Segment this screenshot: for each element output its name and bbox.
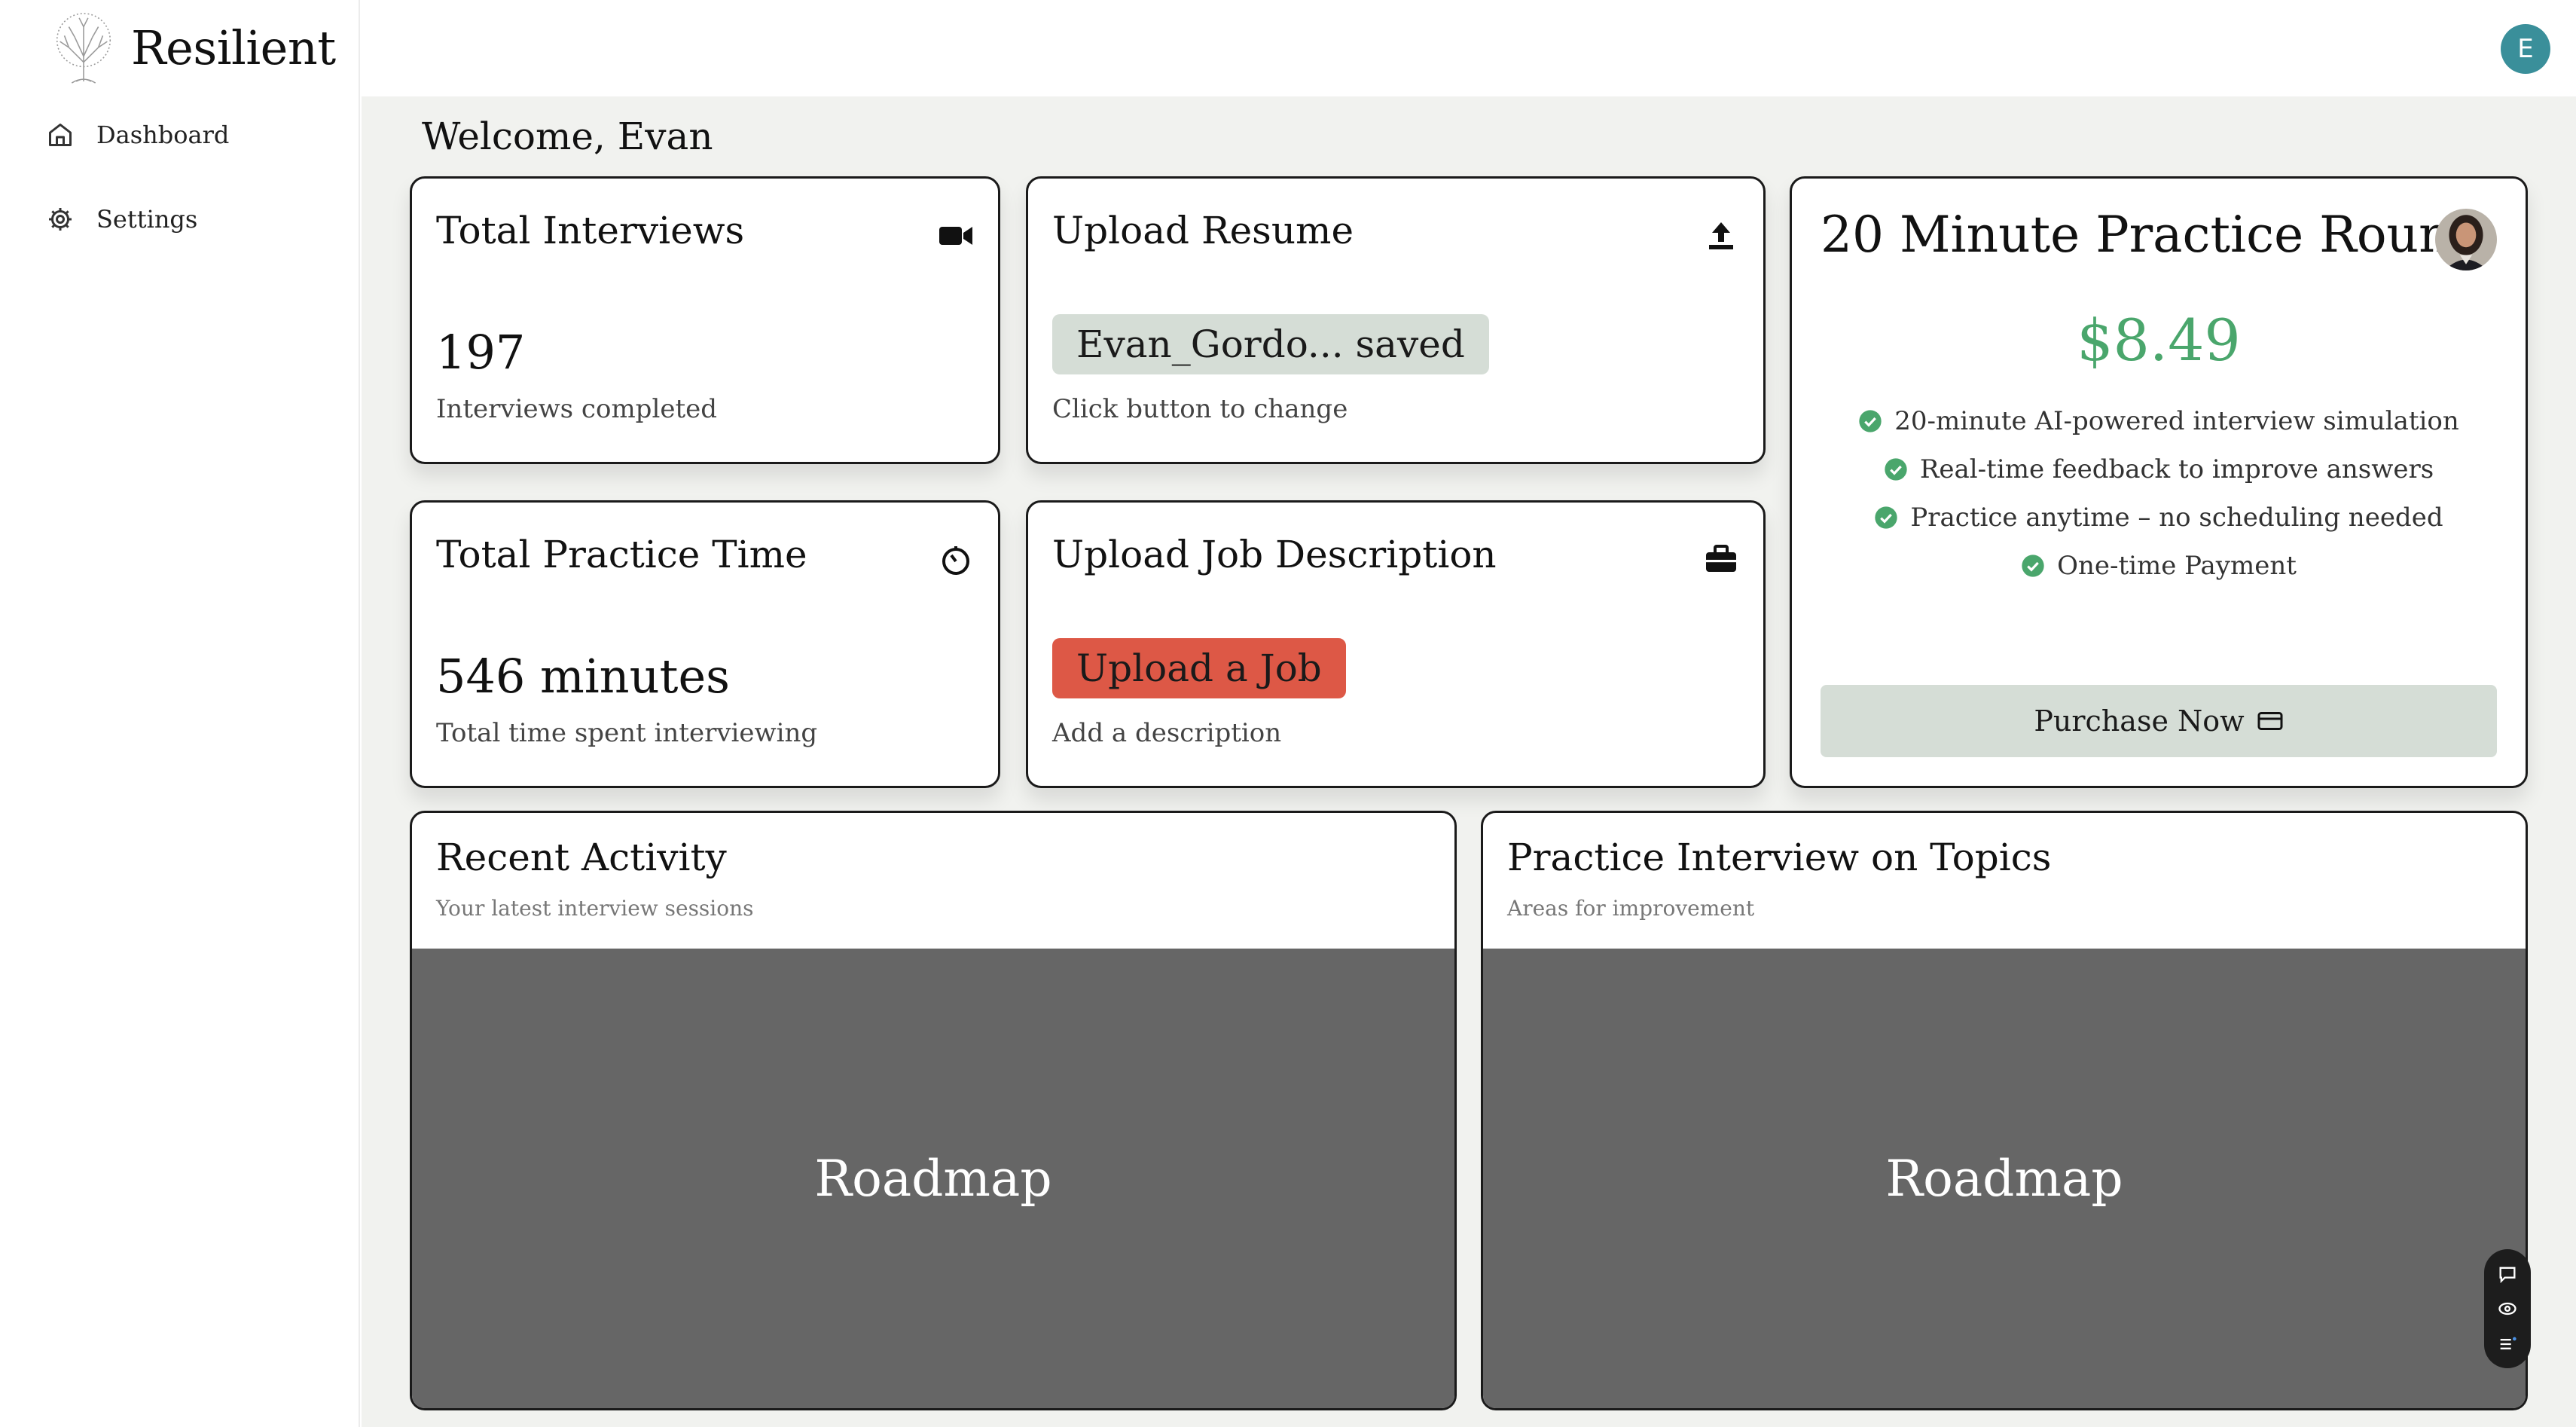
roadmap-label: Roadmap [1885,1149,2123,1208]
purchase-now-button[interactable]: Purchase Now [1821,685,2497,757]
timer-icon [942,546,969,575]
price-value: $8.49 [2077,307,2241,374]
feature-item: Real-time feedback to improve answers [1792,445,2526,493]
card-title: Total Practice Time [436,533,807,576]
practice-topics-panel: Practice Interview on Topics Areas for i… [1481,811,2528,1410]
sidebar: Resilient Dashboard Settings [0,0,360,1427]
card-caption: Interviews completed [436,394,717,424]
interview-count: 197 [436,325,526,380]
card-title: Upload Resume [1052,209,1354,252]
practice-time-value: 546 minutes [436,649,730,704]
list-icon[interactable] [2497,1334,2518,1355]
practice-round-title: 20 Minute Practice Round [1821,206,2483,264]
feature-list: 20-minute AI-powered interview simulatio… [1792,397,2526,590]
total-practice-time-card: Total Practice Time 546 minutes Total ti… [410,500,1000,788]
card-caption: Total time spent interviewing [436,718,818,748]
card-caption: Add a description [1052,718,1282,748]
card-title: Upload Job Description [1052,533,1497,576]
roadmap-label: Roadmap [814,1149,1052,1208]
panel-title: Recent Activity [436,836,727,879]
panel-title: Practice Interview on Topics [1507,836,2052,879]
card-title: Total Interviews [436,209,745,252]
upload-resume-card: Upload Resume Evan_Gordo... saved Click … [1026,176,1766,464]
check-circle-icon [1885,458,1907,481]
check-circle-icon [2022,555,2044,577]
feature-text: Practice anytime – no scheduling needed [1910,503,2443,533]
sidebar-item-label: Settings [96,205,198,234]
practice-round-card: 20 Minute Practice Round $8.49 20-minute… [1790,176,2528,788]
roadmap-placeholder: Roadmap [412,949,1454,1408]
top-bar: E [360,0,2576,96]
tree-logo-icon [56,13,111,84]
check-circle-icon [1875,506,1898,529]
sidebar-item-label: Dashboard [96,121,230,149]
roadmap-placeholder: Roadmap [1483,949,2526,1408]
chat-bubble-icon[interactable] [2497,1264,2518,1285]
feature-text: One-time Payment [2057,551,2297,581]
panel-subtitle: Your latest interview sessions [436,896,754,921]
total-interviews-card: Total Interviews 197 Interviews complete… [410,176,1000,464]
card-caption: Click button to change [1052,394,1348,424]
interviewer-avatar [2435,209,2497,270]
upload-job-button[interactable]: Upload a Job [1052,638,1346,698]
upload-icon[interactable] [1703,218,1739,254]
check-circle-icon [1859,410,1882,432]
home-icon [49,124,72,146]
sidebar-item-dashboard[interactable]: Dashboard [47,121,229,149]
resume-saved-badge[interactable]: Evan_Gordo... saved [1052,314,1489,374]
feature-item: Practice anytime – no scheduling needed [1792,493,2526,542]
feature-item: 20-minute AI-powered interview simulatio… [1792,397,2526,445]
briefcase-icon [1706,545,1736,572]
floating-toolbar [2484,1249,2531,1368]
video-camera-icon [939,227,972,245]
user-avatar[interactable]: E [2501,24,2550,74]
recent-activity-panel: Recent Activity Your latest interview se… [410,811,1457,1410]
feature-item: One-time Payment [1792,542,2526,590]
eye-icon[interactable] [2497,1298,2518,1319]
feature-text: Real-time feedback to improve answers [1919,454,2434,484]
upload-job-card: Upload Job Description Upload a Job Add … [1026,500,1766,788]
gear-icon [49,208,72,231]
purchase-button-label: Purchase Now [2034,704,2245,738]
brand[interactable]: Resilient [47,11,336,84]
credit-card-icon [2257,712,2283,730]
sidebar-item-settings[interactable]: Settings [47,205,197,234]
feature-text: 20-minute AI-powered interview simulatio… [1894,406,2459,436]
panel-subtitle: Areas for improvement [1507,896,1755,921]
welcome-heading: Welcome, Evan [422,115,713,158]
brand-name: Resilient [131,20,336,75]
